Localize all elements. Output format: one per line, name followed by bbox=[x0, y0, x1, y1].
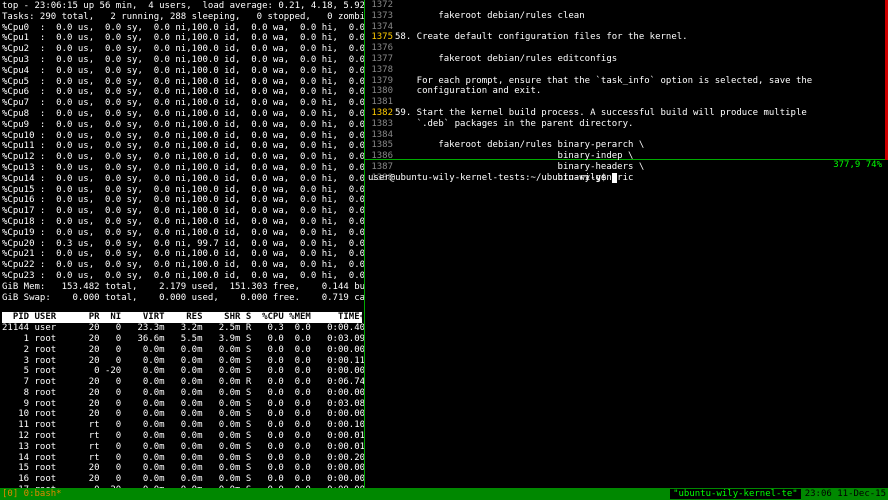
editor-line: 58. Create default configuration files f… bbox=[395, 32, 885, 43]
cpu-line: %Cpu5 : 0.0 us, 0.0 sy, 0.0 ni,100.0 id,… bbox=[2, 77, 362, 88]
cpu-line: %Cpu20 : 0.3 us, 0.0 sy, 0.0 ni, 99.7 id… bbox=[2, 239, 362, 250]
process-row: 11 root rt 0 0.0m 0.0m 0.0m S 0.0 0.0 0:… bbox=[2, 420, 362, 431]
process-row: 13 root rt 0 0.0m 0.0m 0.0m S 0.0 0.0 0:… bbox=[2, 442, 362, 453]
top-col-header: PID USER PR NI VIRT RES SHR S %CPU %MEM … bbox=[2, 312, 362, 323]
cpu-line: %Cpu18 : 0.0 us, 0.0 sy, 0.0 ni,100.0 id… bbox=[2, 217, 362, 228]
process-row: 17 root 0 -20 0.0m 0.0m 0.0m S 0.0 0.0 0… bbox=[2, 485, 362, 488]
line-number: 1373 bbox=[365, 11, 393, 22]
editor-line: `.deb` packages in the parent directory. bbox=[395, 119, 885, 130]
cpu-line: %Cpu7 : 0.0 us, 0.0 sy, 0.0 ni,100.0 id,… bbox=[2, 98, 362, 109]
process-row: 14 root rt 0 0.0m 0.0m 0.0m S 0.0 0.0 0:… bbox=[2, 453, 362, 464]
process-row: 16 root 20 0 0.0m 0.0m 0.0m S 0.0 0.0 0:… bbox=[2, 474, 362, 485]
line-number: 1384 bbox=[365, 130, 393, 141]
line-number: 1377 bbox=[365, 54, 393, 65]
line-number: 1382 bbox=[365, 108, 393, 119]
editor-line bbox=[395, 130, 885, 141]
process-row: 2 root 20 0 0.0m 0.0m 0.0m S 0.0 0.0 0:0… bbox=[2, 345, 362, 356]
editor-line: fakeroot debian/rules binary-perarch \ bbox=[395, 140, 885, 151]
cpu-line: %Cpu10 : 0.0 us, 0.0 sy, 0.0 ni,100.0 id… bbox=[2, 131, 362, 142]
cpu-line: %Cpu9 : 0.0 us, 0.0 sy, 0.0 ni,100.0 id,… bbox=[2, 120, 362, 131]
cpu-line: %Cpu8 : 0.0 us, 0.0 sy, 0.0 ni,100.0 id,… bbox=[2, 109, 362, 120]
cpu-line: %Cpu4 : 0.0 us, 0.0 sy, 0.0 ni,100.0 id,… bbox=[2, 66, 362, 77]
shell-prompt: user@ubuntu-wily-kernel-tests:~/ubuntu-w… bbox=[368, 173, 612, 183]
process-row: 5 root 0 -20 0.0m 0.0m 0.0m S 0.0 0.0 0:… bbox=[2, 366, 362, 377]
line-number: 1378 bbox=[365, 65, 393, 76]
top-mem: GiB Mem: 153.482 total, 2.179 used, 151.… bbox=[2, 282, 362, 293]
editor-line bbox=[395, 65, 885, 76]
cpu-line: %Cpu11 : 0.0 us, 0.0 sy, 0.0 ni,100.0 id… bbox=[2, 141, 362, 152]
process-row: 3 root 20 0 0.0m 0.0m 0.0m S 0.0 0.0 0:0… bbox=[2, 356, 362, 367]
cpu-line: %Cpu14 : 0.0 us, 0.0 sy, 0.0 ni,100.0 id… bbox=[2, 174, 362, 185]
process-row: 21144 user 20 0 23.3m 3.2m 2.5m R 0.3 0.… bbox=[2, 323, 362, 334]
cpu-line: %Cpu6 : 0.0 us, 0.0 sy, 0.0 ni,100.0 id,… bbox=[2, 87, 362, 98]
editor-line: For each prompt, ensure that the `task_i… bbox=[395, 76, 885, 87]
cpu-line: %Cpu13 : 0.0 us, 0.0 sy, 0.0 ni,100.0 id… bbox=[2, 163, 362, 174]
process-row: 8 root 20 0 0.0m 0.0m 0.0m S 0.0 0.0 0:0… bbox=[2, 388, 362, 399]
editor-line bbox=[395, 97, 885, 108]
cpu-line: %Cpu12 : 0.0 us, 0.0 sy, 0.0 ni,100.0 id… bbox=[2, 152, 362, 163]
top-pane[interactable]: top - 23:06:15 up 56 min, 4 users, load … bbox=[0, 0, 365, 488]
tmux-window-tab[interactable]: [0] 0:bash* bbox=[2, 489, 670, 500]
editor-line: fakeroot debian/rules editconfigs bbox=[395, 54, 885, 65]
editor-line bbox=[395, 0, 885, 11]
cpu-line: %Cpu22 : 0.0 us, 0.0 sy, 0.0 ni,100.0 id… bbox=[2, 260, 362, 271]
cpu-line: %Cpu19 : 0.0 us, 0.0 sy, 0.0 ni,100.0 id… bbox=[2, 228, 362, 239]
vim-ruler: 377,9 74% bbox=[365, 160, 888, 172]
editor-line: fakeroot debian/rules clean bbox=[395, 11, 885, 22]
cpu-line: %Cpu23 : 0.0 us, 0.0 sy, 0.0 ni,100.0 id… bbox=[2, 271, 362, 282]
line-number: 1374 bbox=[365, 22, 393, 33]
line-number: 1380 bbox=[365, 86, 393, 97]
editor-line bbox=[395, 43, 885, 54]
top-swap: GiB Swap: 0.000 total, 0.000 used, 0.000… bbox=[2, 293, 362, 304]
line-number: 1385 bbox=[365, 140, 393, 151]
process-row: 12 root rt 0 0.0m 0.0m 0.0m S 0.0 0.0 0:… bbox=[2, 431, 362, 442]
line-number: 1372 bbox=[365, 0, 393, 11]
editor-line: configuration and exit. bbox=[395, 86, 885, 97]
cpu-line: %Cpu0 : 0.0 us, 0.0 sy, 0.0 ni,100.0 id,… bbox=[2, 23, 362, 34]
tmux-host: "ubuntu-wily-kernel-te" bbox=[670, 489, 801, 500]
tmux-clock: 23:06 11-Dec-15 bbox=[805, 489, 886, 500]
process-row: 1 root 20 0 36.6m 5.5m 3.9m S 0.0 0.0 0:… bbox=[2, 334, 362, 345]
cpu-line: %Cpu17 : 0.0 us, 0.0 sy, 0.0 ni,100.0 id… bbox=[2, 206, 362, 217]
process-row: 10 root 20 0 0.0m 0.0m 0.0m S 0.0 0.0 0:… bbox=[2, 409, 362, 420]
line-number: 1379 bbox=[365, 76, 393, 87]
process-row: 9 root 20 0 0.0m 0.0m 0.0m S 0.0 0.0 0:0… bbox=[2, 399, 362, 410]
shell-pane[interactable]: user@ubuntu-wily-kernel-tests:~/ubuntu-w… bbox=[365, 172, 888, 488]
cursor-icon bbox=[612, 173, 617, 183]
process-row: 15 root 20 0 0.0m 0.0m 0.0m S 0.0 0.0 0:… bbox=[2, 463, 362, 474]
cpu-line: %Cpu21 : 0.0 us, 0.0 sy, 0.0 ni,100.0 id… bbox=[2, 249, 362, 260]
editor-line bbox=[395, 22, 885, 33]
line-number: 1381 bbox=[365, 97, 393, 108]
line-number: 1376 bbox=[365, 43, 393, 54]
cpu-line: %Cpu2 : 0.0 us, 0.0 sy, 0.0 ni,100.0 id,… bbox=[2, 44, 362, 55]
cpu-line: %Cpu16 : 0.0 us, 0.0 sy, 0.0 ni,100.0 id… bbox=[2, 195, 362, 206]
line-number: 1383 bbox=[365, 119, 393, 130]
top-tasks: Tasks: 290 total, 2 running, 288 sleepin… bbox=[2, 12, 362, 23]
tmux-status[interactable]: [0] 0:bash* "ubuntu-wily-kernel-te" 23:0… bbox=[0, 488, 888, 500]
editor-line: 59. Start the kernel build process. A su… bbox=[395, 108, 885, 119]
line-number: 1375 bbox=[365, 32, 393, 43]
top-header: top - 23:06:15 up 56 min, 4 users, load … bbox=[2, 1, 362, 12]
process-row: 7 root 20 0 0.0m 0.0m 0.0m R 0.0 0.0 0:0… bbox=[2, 377, 362, 388]
cpu-line: %Cpu15 : 0.0 us, 0.0 sy, 0.0 ni,100.0 id… bbox=[2, 185, 362, 196]
cpu-line: %Cpu1 : 0.0 us, 0.0 sy, 0.0 ni,100.0 id,… bbox=[2, 33, 362, 44]
editor-pane[interactable]: 1372137313741375137613771378137913801381… bbox=[365, 0, 888, 160]
cpu-line: %Cpu3 : 0.0 us, 0.0 sy, 0.0 ni,100.0 id,… bbox=[2, 55, 362, 66]
